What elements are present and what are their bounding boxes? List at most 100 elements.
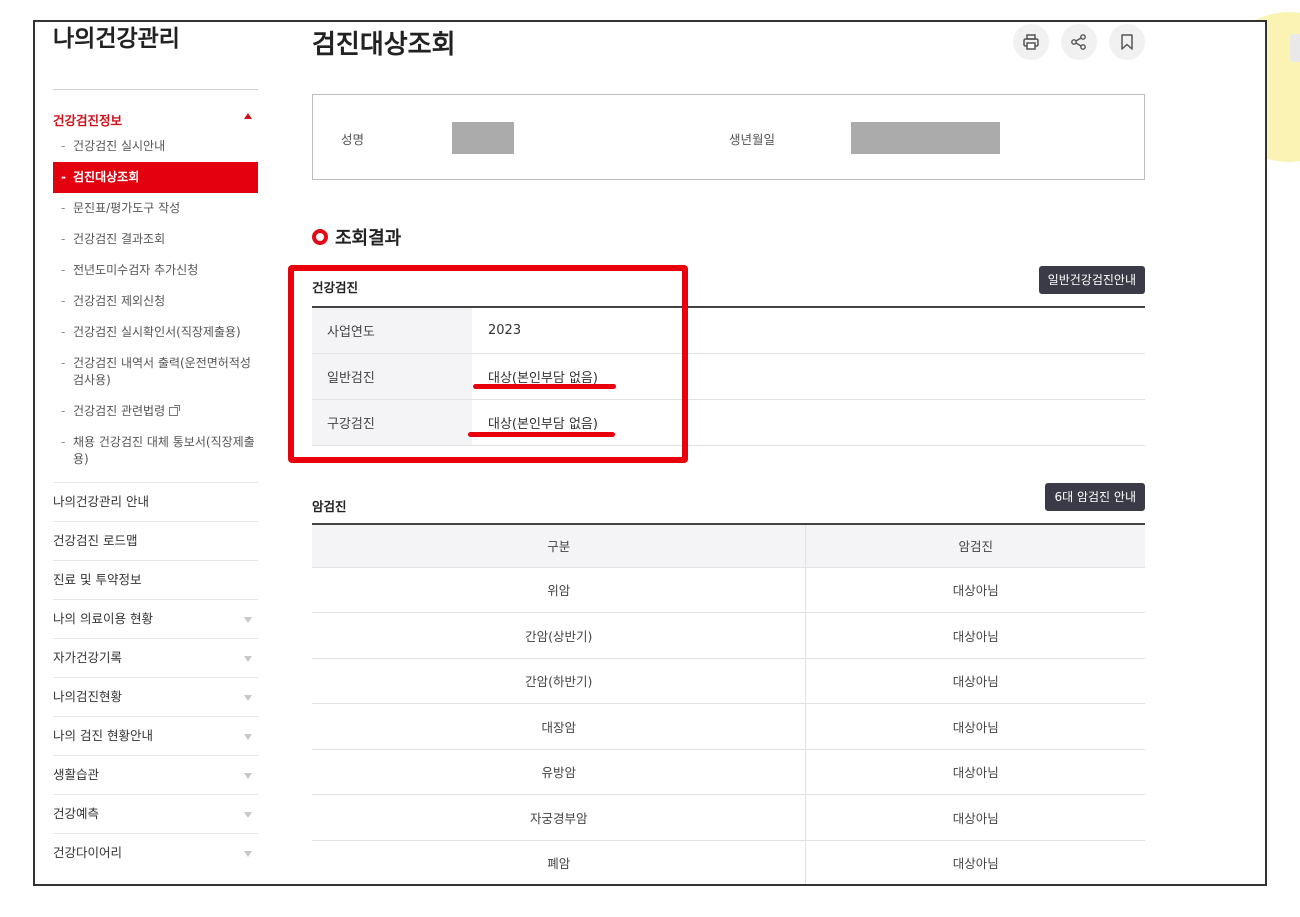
sidebar-sub-list: 건강검진 실시안내 검진대상조회 문진표/평가도구 작성 건강검진 결과조회 전… xyxy=(53,138,258,468)
table-row: 간암(상반기) 대상아님 xyxy=(312,612,1145,659)
sidebar-item-results[interactable]: 건강검진 결과조회 xyxy=(53,231,258,248)
sidebar-item-questionnaire[interactable]: 문진표/평가도구 작성 xyxy=(53,200,258,217)
sidebar-item-checkup-guide[interactable]: 건강검진 실시안내 xyxy=(53,138,258,155)
table-row: 간암(하반기) 대상아님 xyxy=(312,658,1145,704)
page-tools xyxy=(1013,24,1145,60)
print-icon xyxy=(1023,34,1039,50)
sidebar-item-target-lookup[interactable]: 검진대상조회 xyxy=(53,162,258,193)
cancer-status: 대상아님 xyxy=(805,658,1145,704)
sidebar-menu-label: 건강다이어리 xyxy=(53,845,123,860)
page-frame: 나의건강관리 건강검진정보 건강검진 실시안내 검진대상조회 문진표/평가도구 … xyxy=(33,20,1267,886)
sidebar-menu-label: 생활습관 xyxy=(53,767,100,782)
name-redacted xyxy=(452,122,514,154)
collapse-arrow-icon xyxy=(244,113,252,119)
cancer-type: 폐암 xyxy=(312,840,806,884)
sidebar-menu-label: 나의 의료이용 현황 xyxy=(53,611,153,626)
sidebar-menu-checkup-status[interactable]: 나의검진현황 xyxy=(53,677,258,716)
row-key: 사업연도 xyxy=(312,307,472,354)
cancer-checkup-guide-button[interactable]: 6대 암검진 안내 xyxy=(1045,483,1145,511)
user-info-box: 성명 생년월일 xyxy=(312,94,1145,180)
chevron-down-icon xyxy=(244,695,252,701)
name-label: 성명 xyxy=(341,132,365,147)
birth-redacted xyxy=(851,122,1000,154)
column-header: 구분 xyxy=(312,524,806,568)
highlight-underline xyxy=(473,384,616,389)
checkup-table: 사업연도 2023 일반검진 대상(본인부담 없음) 구강검진 대상(본인부담 … xyxy=(312,306,1145,446)
sidebar-menu-label: 건강검진 로드맵 xyxy=(53,533,138,548)
sidebar-menu-diary[interactable]: 건강다이어리 xyxy=(53,833,258,872)
cancer-status: 대상아님 xyxy=(805,703,1145,750)
cancer-type: 간암(하반기) xyxy=(312,658,806,704)
external-link-icon xyxy=(169,405,181,416)
sidebar-item-label: 건강검진 관련법령 xyxy=(73,404,166,418)
sidebar-item-confirmation[interactable]: 건강검진 실시확인서(직장제출용) xyxy=(53,324,258,341)
column-header: 암검진 xyxy=(805,524,1145,568)
cancer-type: 간암(상반기) xyxy=(312,612,806,659)
sidebar-menu-status-guide[interactable]: 나의 검진 현황안내 xyxy=(53,716,258,755)
cancer-table: 구분 암검진 위암 대상아님 간암(상반기) 대상아님 간암(하반기) 대상아님 대장… xyxy=(312,523,1145,884)
sidebar-menu-roadmap[interactable]: 건강검진 로드맵 xyxy=(53,521,258,560)
table-row: 위암 대상아님 xyxy=(312,567,1145,613)
cancer-label: 암검진 xyxy=(312,499,347,514)
sidebar-title: 나의건강관리 xyxy=(53,22,258,90)
sidebar-menu-label: 자가건강기록 xyxy=(53,650,123,665)
sidebar-menu-lifestyle[interactable]: 생활습관 xyxy=(53,755,258,794)
sidebar-item-exclusion[interactable]: 건강검진 제외신청 xyxy=(53,293,258,310)
cancer-status: 대상아님 xyxy=(805,794,1145,841)
cancer-type: 자궁경부암 xyxy=(312,794,806,841)
general-checkup-guide-button[interactable]: 일반건강검진안내 xyxy=(1038,266,1145,294)
cancer-status: 대상아님 xyxy=(805,567,1145,613)
row-value: 2023 xyxy=(472,307,1145,354)
result-title-text: 조회결과 xyxy=(335,228,402,249)
sidebar-menu-prediction[interactable]: 건강예측 xyxy=(53,794,258,833)
side-tab xyxy=(1290,34,1300,62)
sidebar-item-history-print[interactable]: 건강검진 내역서 출력(운전면허적성검사용) xyxy=(53,355,258,389)
bookmark-icon xyxy=(1121,34,1133,50)
page-title: 검진대상조회 xyxy=(312,30,456,60)
cancer-type: 대장암 xyxy=(312,703,806,750)
chevron-down-icon xyxy=(244,773,252,779)
row-key: 구강검진 xyxy=(312,399,472,446)
sidebar-menu-health-guide[interactable]: 나의건강관리 안내 xyxy=(53,482,258,521)
share-icon xyxy=(1071,34,1086,50)
sidebar-section-label: 건강검진정보 xyxy=(53,113,123,128)
cancer-status: 대상아님 xyxy=(805,612,1145,659)
sidebar-menu-label: 나의건강관리 안내 xyxy=(53,494,149,509)
result-heading: 조회결과 xyxy=(312,224,401,250)
cancer-status: 대상아님 xyxy=(805,749,1145,795)
location-pin-icon xyxy=(312,229,328,245)
print-button[interactable] xyxy=(1013,24,1049,60)
table-row: 자궁경부암 대상아님 xyxy=(312,794,1145,841)
sidebar-menu-label: 나의검진현황 xyxy=(53,689,123,704)
table-row: 구강검진 대상(본인부담 없음) xyxy=(312,399,1145,446)
table-row: 대장암 대상아님 xyxy=(312,703,1145,750)
checkup-label: 건강검진 xyxy=(312,280,359,295)
table-row: 일반검진 대상(본인부담 없음) xyxy=(312,353,1145,400)
highlight-underline xyxy=(468,432,615,437)
chevron-down-icon xyxy=(244,812,252,818)
sidebar-menu-medical-usage[interactable]: 나의 의료이용 현황 xyxy=(53,599,258,638)
sidebar-section-checkup-info[interactable]: 건강검진정보 xyxy=(53,110,258,132)
cancer-type: 유방암 xyxy=(312,749,806,795)
chevron-down-icon xyxy=(244,851,252,857)
sidebar-item-laws[interactable]: 건강검진 관련법령 xyxy=(53,403,258,420)
sidebar-item-replacement-notice[interactable]: 채용 건강검진 대체 통보서(직장제출용) xyxy=(53,434,258,468)
cancer-type: 위암 xyxy=(312,567,806,613)
bookmark-button[interactable] xyxy=(1109,24,1145,60)
sidebar-menu-label: 나의 검진 현황안내 xyxy=(53,728,153,743)
sidebar: 나의건강관리 건강검진정보 건강검진 실시안내 검진대상조회 문진표/평가도구 … xyxy=(53,22,258,872)
sidebar-item-additional-request[interactable]: 전년도미수검자 추가신청 xyxy=(53,262,258,279)
table-header-row: 구분 암검진 xyxy=(312,524,1145,568)
sidebar-menu-label: 진료 및 투약정보 xyxy=(53,572,142,587)
cancer-status: 대상아님 xyxy=(805,840,1145,884)
birth-label: 생년월일 xyxy=(729,132,776,147)
sidebar-menu-self-record[interactable]: 자가건강기록 xyxy=(53,638,258,677)
share-button[interactable] xyxy=(1061,24,1097,60)
sidebar-menu-label: 건강예측 xyxy=(53,806,100,821)
row-value: 대상(본인부담 없음) xyxy=(472,353,1145,400)
row-value: 대상(본인부담 없음) xyxy=(472,399,1145,446)
row-key: 일반검진 xyxy=(312,353,472,400)
table-row: 폐암 대상아님 xyxy=(312,840,1145,884)
table-row: 사업연도 2023 xyxy=(312,307,1145,354)
sidebar-menu-treatment[interactable]: 진료 및 투약정보 xyxy=(53,560,258,599)
